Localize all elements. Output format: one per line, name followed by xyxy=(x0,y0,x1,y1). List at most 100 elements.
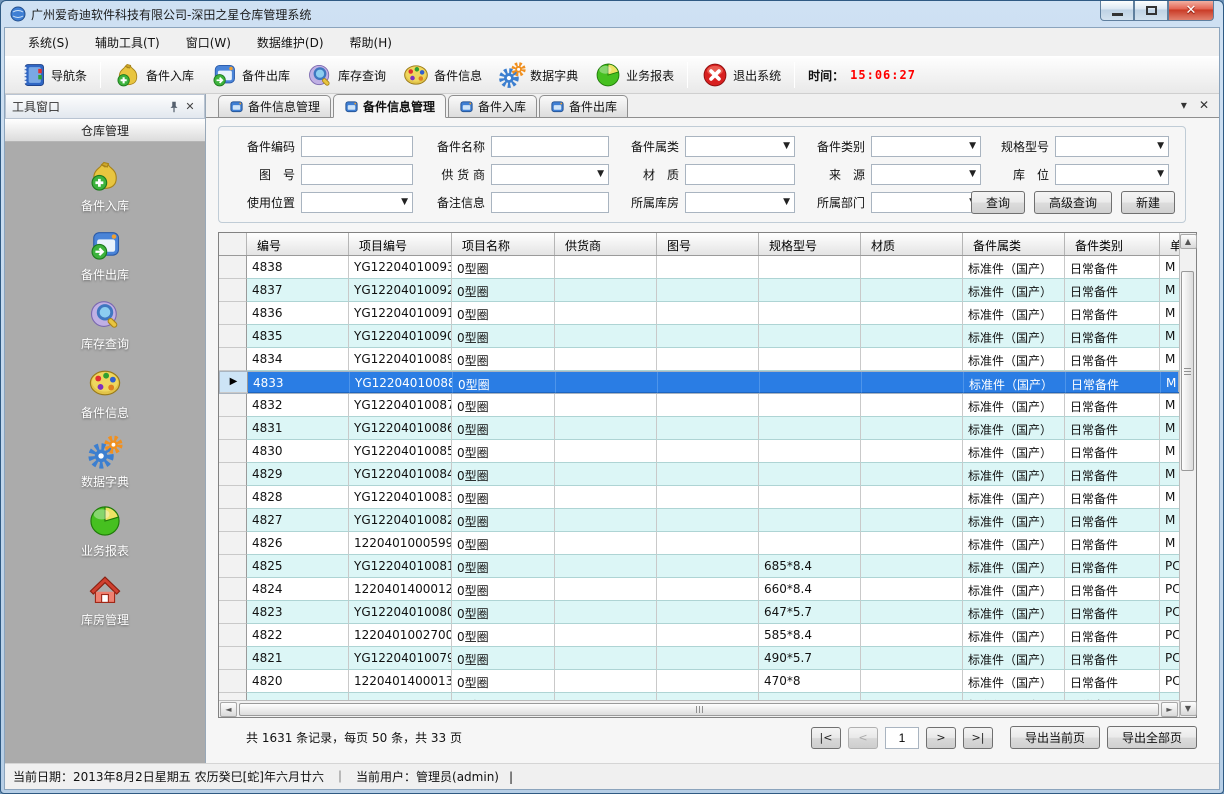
table-cell[interactable]: 日常备件 xyxy=(1065,647,1160,670)
table-cell[interactable]: PC xyxy=(1160,624,1179,647)
table-cell[interactable]: 标准件（国产） xyxy=(963,417,1065,440)
table-cell[interactable]: 标准件（国产） xyxy=(963,532,1065,555)
search-field-select-2-3[interactable]: ▼ xyxy=(871,192,981,213)
table-cell[interactable] xyxy=(759,256,861,279)
first-page-button[interactable]: |< xyxy=(811,727,841,749)
tab-3[interactable]: 备件出库 xyxy=(539,95,628,117)
table-cell[interactable] xyxy=(658,372,760,393)
toolbar-button-6[interactable]: 业务报表 xyxy=(586,58,682,92)
table-cell[interactable]: PC xyxy=(1160,670,1179,693)
table-cell[interactable] xyxy=(657,440,759,463)
export-current-page-button[interactable]: 导出当前页 xyxy=(1010,726,1100,749)
table-cell[interactable]: 685*8.4 xyxy=(759,555,861,578)
table-cell[interactable] xyxy=(555,624,657,647)
toolbar-button-7[interactable]: 退出系统 xyxy=(693,58,789,92)
table-cell[interactable]: 1220401400013 xyxy=(349,670,452,693)
table-cell[interactable] xyxy=(861,348,963,371)
table-cell[interactable] xyxy=(759,440,861,463)
table-cell[interactable]: 日常备件 xyxy=(1065,601,1160,624)
table-cell[interactable]: 585*8.4 xyxy=(759,624,861,647)
table-cell[interactable]: 0型圈 xyxy=(452,670,555,693)
table-row[interactable]: 4821YG122040100790型圈490*5.7标准件（国产）日常备件PC xyxy=(219,647,1179,670)
table-cell[interactable]: 标准件（国产） xyxy=(963,509,1065,532)
table-cell[interactable]: 4832 xyxy=(247,394,349,417)
table-cell[interactable] xyxy=(555,256,657,279)
table-cell[interactable]: M xyxy=(1160,348,1179,371)
sidebar-item-5[interactable]: 业务报表 xyxy=(45,503,165,559)
table-cell[interactable]: M xyxy=(1160,279,1179,302)
table-cell[interactable] xyxy=(555,578,657,601)
table-cell[interactable]: 0型圈 xyxy=(452,601,555,624)
table-cell[interactable]: 0型圈 xyxy=(453,372,556,393)
search-field-select-2-2[interactable]: ▼ xyxy=(685,192,795,213)
table-cell[interactable] xyxy=(657,486,759,509)
table-cell[interactable] xyxy=(657,256,759,279)
table-cell[interactable] xyxy=(657,578,759,601)
table-cell[interactable]: 日常备件 xyxy=(1065,394,1160,417)
table-cell[interactable] xyxy=(861,256,963,279)
table-row[interactable]: 4832YG122040100870型圈标准件（国产）日常备件M xyxy=(219,394,1179,417)
close-icon[interactable]: ✕ xyxy=(182,99,198,115)
row-selector[interactable] xyxy=(219,693,247,700)
table-cell[interactable]: 4825 xyxy=(247,555,349,578)
table-cell[interactable]: 0型圈 xyxy=(452,555,555,578)
table-cell[interactable] xyxy=(861,647,963,670)
search-button[interactable]: 查询 xyxy=(971,191,1025,214)
table-cell[interactable] xyxy=(555,647,657,670)
table-cell[interactable]: YG12204010079 xyxy=(349,647,452,670)
row-selector[interactable] xyxy=(219,647,247,670)
table-cell[interactable] xyxy=(555,302,657,325)
table-cell[interactable] xyxy=(657,325,759,348)
table-cell[interactable]: 标准件（国产） xyxy=(963,555,1065,578)
table-cell[interactable] xyxy=(759,693,861,700)
table-cell[interactable]: YG12204010088 xyxy=(350,372,453,393)
table-cell[interactable]: 日常备件 xyxy=(1065,555,1160,578)
table-cell[interactable]: 0型圈 xyxy=(452,647,555,670)
table-cell[interactable]: 4827 xyxy=(247,509,349,532)
table-cell[interactable]: PC xyxy=(1160,555,1179,578)
next-page-button[interactable]: > xyxy=(926,727,956,749)
table-cell[interactable] xyxy=(555,670,657,693)
table-cell[interactable] xyxy=(657,624,759,647)
table-cell[interactable] xyxy=(861,578,963,601)
row-selector[interactable] xyxy=(219,463,247,486)
toolbar-button-1[interactable]: 备件入库 xyxy=(106,58,202,92)
table-row[interactable]: 4834YG122040100890型圈标准件（国产）日常备件M xyxy=(219,348,1179,371)
sidebar-item-0[interactable]: 备件入库 xyxy=(45,158,165,214)
menu-item-0[interactable]: 系统(S) xyxy=(15,29,82,56)
search-field-input-1-2[interactable] xyxy=(685,164,795,185)
table-cell[interactable]: 标准件（国产） xyxy=(963,486,1065,509)
table-cell[interactable]: 标准件（国产） xyxy=(963,348,1065,371)
table-cell[interactable]: 4833 xyxy=(248,372,350,393)
table-cell[interactable]: 日常备件 xyxy=(1065,463,1160,486)
table-row[interactable]: 4838YG122040100930型圈标准件（国产）日常备件M xyxy=(219,256,1179,279)
table-cell[interactable]: 日常备件 xyxy=(1065,486,1160,509)
table-cell[interactable]: M xyxy=(1160,440,1179,463)
table-cell[interactable] xyxy=(861,693,963,700)
table-cell[interactable]: 490*5.7 xyxy=(759,647,861,670)
table-cell[interactable]: M xyxy=(1160,302,1179,325)
advanced-search-button[interactable]: 高级查询 xyxy=(1034,191,1112,214)
toolbar-button-2[interactable]: 备件出库 xyxy=(202,58,298,92)
table-row[interactable]: 4835YG122040100900型圈标准件（国产）日常备件M xyxy=(219,325,1179,348)
table-cell[interactable] xyxy=(759,486,861,509)
table-cell[interactable] xyxy=(555,417,657,440)
table-cell[interactable] xyxy=(555,509,657,532)
table-cell[interactable]: 4835 xyxy=(247,325,349,348)
table-cell[interactable] xyxy=(861,601,963,624)
table-cell[interactable]: 日常备件 xyxy=(1065,693,1160,700)
table-cell[interactable]: 标准件（国产） xyxy=(963,624,1065,647)
table-cell[interactable]: 标准件（国产） xyxy=(963,440,1065,463)
tab-2[interactable]: 备件入库 xyxy=(448,95,537,117)
sidebar-item-4[interactable]: 数据字典 xyxy=(45,434,165,490)
row-selector[interactable]: ▶ xyxy=(220,372,248,393)
minimize-button[interactable] xyxy=(1100,1,1134,21)
column-header-4[interactable]: 图号 xyxy=(657,233,759,255)
pin-icon[interactable] xyxy=(166,99,182,115)
table-cell[interactable]: 0型圈 xyxy=(452,325,555,348)
table-cell[interactable] xyxy=(759,348,861,371)
table-cell[interactable]: PC xyxy=(1160,647,1179,670)
horizontal-scroll-thumb[interactable] xyxy=(239,703,1159,716)
toolbar-button-4[interactable]: 备件信息 xyxy=(394,58,490,92)
column-header-6[interactable]: 材质 xyxy=(861,233,963,255)
